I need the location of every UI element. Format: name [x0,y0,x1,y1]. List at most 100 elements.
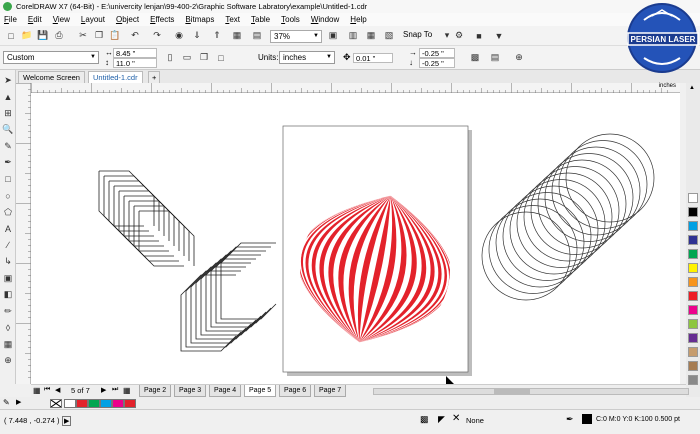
zoom-level-select[interactable]: 37% ▼ [270,30,322,43]
page-width-field[interactable]: 8.45 " [113,48,157,58]
palette-swatch[interactable] [688,221,698,231]
export-icon[interactable]: ⇑ [210,29,224,42]
horizontal-scrollbar[interactable] [373,388,689,395]
scrollbar-thumb[interactable] [494,389,530,394]
portrait-icon[interactable]: ▯ [163,51,177,64]
show-grid-icon[interactable]: ▦ [364,29,378,42]
add-page-frame-icon[interactable]: ▤ [488,51,502,64]
units-select[interactable]: inches ▼ [279,51,335,64]
palette-swatch[interactable] [688,291,698,301]
nudge-distance-field[interactable]: 0.01 " [353,53,393,63]
treat-as-filled-icon[interactable]: ▩ [468,51,482,64]
full-screen-icon[interactable]: ▣ [326,29,340,42]
add-page-icon[interactable]: ▦ [33,386,41,395]
menu-file[interactable]: File [4,15,17,24]
document-palette-swatch[interactable] [76,399,88,408]
prev-page-icon[interactable]: ◀ [55,386,60,394]
print-icon[interactable]: ⎙ [52,29,66,42]
palette-swatch[interactable] [688,319,698,329]
shape-tool-icon[interactable]: ▲ [2,91,14,103]
page-tab[interactable]: Page 6 [279,385,312,397]
add-page-end-icon[interactable]: ▦ [123,386,131,395]
smart-fill-icon[interactable]: ▦ [2,338,14,350]
palette-swatch[interactable] [688,277,698,287]
snap-to-dropdown[interactable]: Snap To [403,30,432,39]
freehand-tool-icon[interactable]: ✎ [2,140,14,152]
menu-text[interactable]: Text [225,15,240,24]
eyedropper-icon[interactable]: ✏ [2,305,14,317]
connector-tool-icon[interactable]: ↳ [2,256,14,268]
palette-swatch[interactable] [688,207,698,217]
menu-layout[interactable]: Layout [81,15,105,24]
artistic-media-icon[interactable]: ✒ [2,157,14,169]
publish-pdf-icon[interactable]: ▦ [230,29,244,42]
import-icon[interactable]: ⇓ [190,29,204,42]
page-tab[interactable]: Page 4 [209,385,242,397]
page-height-field[interactable]: 11.0 " [113,58,157,68]
palette-swatch[interactable] [688,375,698,385]
palette-swatch[interactable] [688,305,698,315]
save-icon[interactable]: 💾 [36,29,50,42]
tab-untitled-1[interactable]: Untitled-1.cdr [88,71,143,83]
menu-tools[interactable]: Tools [281,15,300,24]
pick-tool-icon[interactable]: ➤ [2,74,14,86]
all-pages-icon[interactable]: ❐ [197,51,211,64]
palette-swatch[interactable] [688,235,698,245]
welcome-screen-icon[interactable]: ■ [472,29,486,42]
options-icon[interactable]: ⚙ [452,29,466,42]
duplicate-y-field[interactable]: -0.25 " [419,58,455,68]
horizontal-ruler[interactable]: inches [31,83,680,93]
page-tab[interactable]: Page 3 [174,385,207,397]
menu-effects[interactable]: Effects [150,15,174,24]
palette-scroll-up-icon[interactable]: ▲ [689,85,695,91]
redo-icon[interactable]: ↷ [150,29,164,42]
text-tool-icon[interactable]: A [2,223,14,235]
squares-blend-bottom[interactable] [180,242,277,352]
palette-arrow-icon[interactable]: ▶ [16,398,21,406]
menu-help[interactable]: Help [350,15,366,24]
document-palette-swatch[interactable] [88,399,100,408]
copy-icon[interactable]: ❐ [92,29,106,42]
undo-icon[interactable]: ↶ [128,29,142,42]
menu-edit[interactable]: Edit [28,15,42,24]
show-rulers-icon[interactable]: ▥ [346,29,360,42]
transparency-tool-icon[interactable]: ◧ [2,289,14,301]
launch-icon[interactable]: ▼ [492,29,506,42]
ellipse-tool-icon[interactable]: ○ [2,190,14,202]
cut-icon[interactable]: ✂ [76,29,90,42]
menu-bitmaps[interactable]: Bitmaps [185,15,214,24]
page-tab[interactable]: Page 5 [244,385,277,397]
page-tab[interactable]: Page 2 [139,385,172,397]
document-palette-swatch[interactable] [100,399,112,408]
show-guidelines-icon[interactable]: ▧ [382,29,396,42]
zoom-tool-icon[interactable]: 🔍 [2,124,14,136]
palette-swatch[interactable] [688,347,698,357]
palette-swatch[interactable] [688,361,698,371]
parallel-dimension-icon[interactable]: ∕ [2,239,14,251]
palette-swatch[interactable] [688,249,698,259]
search-content-icon[interactable]: ◉ [172,29,186,42]
first-page-icon[interactable]: ⏮ [44,386,50,394]
crop-tool-icon[interactable]: ⊞ [2,107,14,119]
status-arrow-icon[interactable]: ▶ [62,416,72,426]
page-preset-select[interactable]: Custom ▼ [3,51,99,64]
landscape-icon[interactable]: ▭ [180,51,194,64]
polygon-tool-icon[interactable]: ⬠ [2,206,14,218]
paste-icon[interactable]: 📋 [108,29,122,42]
menu-object[interactable]: Object [116,15,139,24]
rectangle-tool-icon[interactable]: □ [2,173,14,185]
open-folder-icon[interactable]: 📁 [20,29,34,42]
document-palette-swatch[interactable] [112,399,124,408]
menu-table[interactable]: Table [251,15,270,24]
color-picker-icon[interactable]: ✎ [3,398,10,407]
drawing-canvas[interactable] [31,93,680,384]
new-document-icon[interactable]: □ [4,29,18,42]
menu-view[interactable]: View [53,15,70,24]
palette-swatch[interactable] [688,333,698,343]
document-palette-swatch[interactable] [124,399,136,408]
circles-blend[interactable] [481,133,655,301]
last-page-icon[interactable]: ⏭ [112,386,118,394]
new-tab-icon[interactable]: + [148,71,161,83]
menu-window[interactable]: Window [311,15,339,24]
add-icon[interactable]: ⊕ [512,51,526,64]
